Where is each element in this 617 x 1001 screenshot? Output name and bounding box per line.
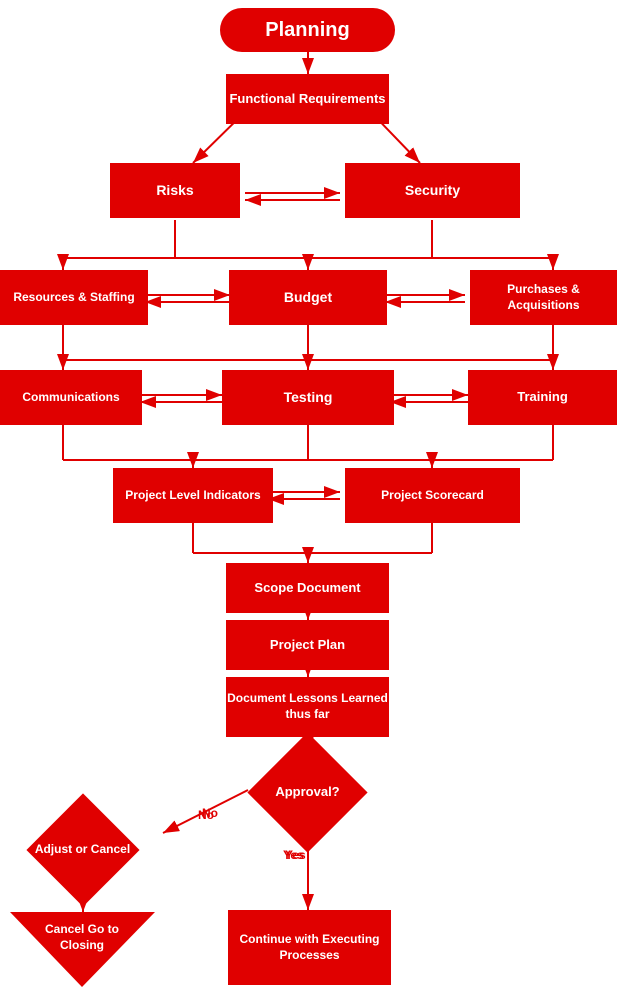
communications-node: Communications xyxy=(0,370,142,425)
yes-arrow-label: Yes xyxy=(283,848,304,862)
project-level-indicators-node: Project Level Indicators xyxy=(113,468,273,523)
no-arrow-label: No xyxy=(202,806,218,820)
resources-staffing-node: Resources & Staffing xyxy=(0,270,148,325)
testing-node: Testing xyxy=(222,370,394,425)
document-lessons-node: Document Lessons Learned thus far xyxy=(226,677,389,737)
training-node: Training xyxy=(468,370,617,425)
security-node: Security xyxy=(345,163,520,218)
scope-document-node: Scope Document xyxy=(226,563,389,613)
continue-executing-node: Continue with Executing Processes xyxy=(228,910,391,985)
adjust-cancel-diamond: Adjust or Cancel xyxy=(0,810,165,890)
functional-requirements-node: Functional Requirements xyxy=(226,74,389,124)
cancel-closing-label: Cancel Go to Closing xyxy=(32,922,132,953)
project-plan-node: Project Plan xyxy=(226,620,389,670)
project-scorecard-node: Project Scorecard xyxy=(345,468,520,523)
purchases-acquisitions-node: Purchases & Acquisitions xyxy=(470,270,617,325)
planning-node: Planning xyxy=(220,8,395,52)
budget-node: Budget xyxy=(229,270,387,325)
approval-diamond: Approval? xyxy=(225,750,390,835)
risks-node: Risks xyxy=(110,163,240,218)
cancel-closing-triangle: Cancel Go to Closing xyxy=(10,912,155,987)
